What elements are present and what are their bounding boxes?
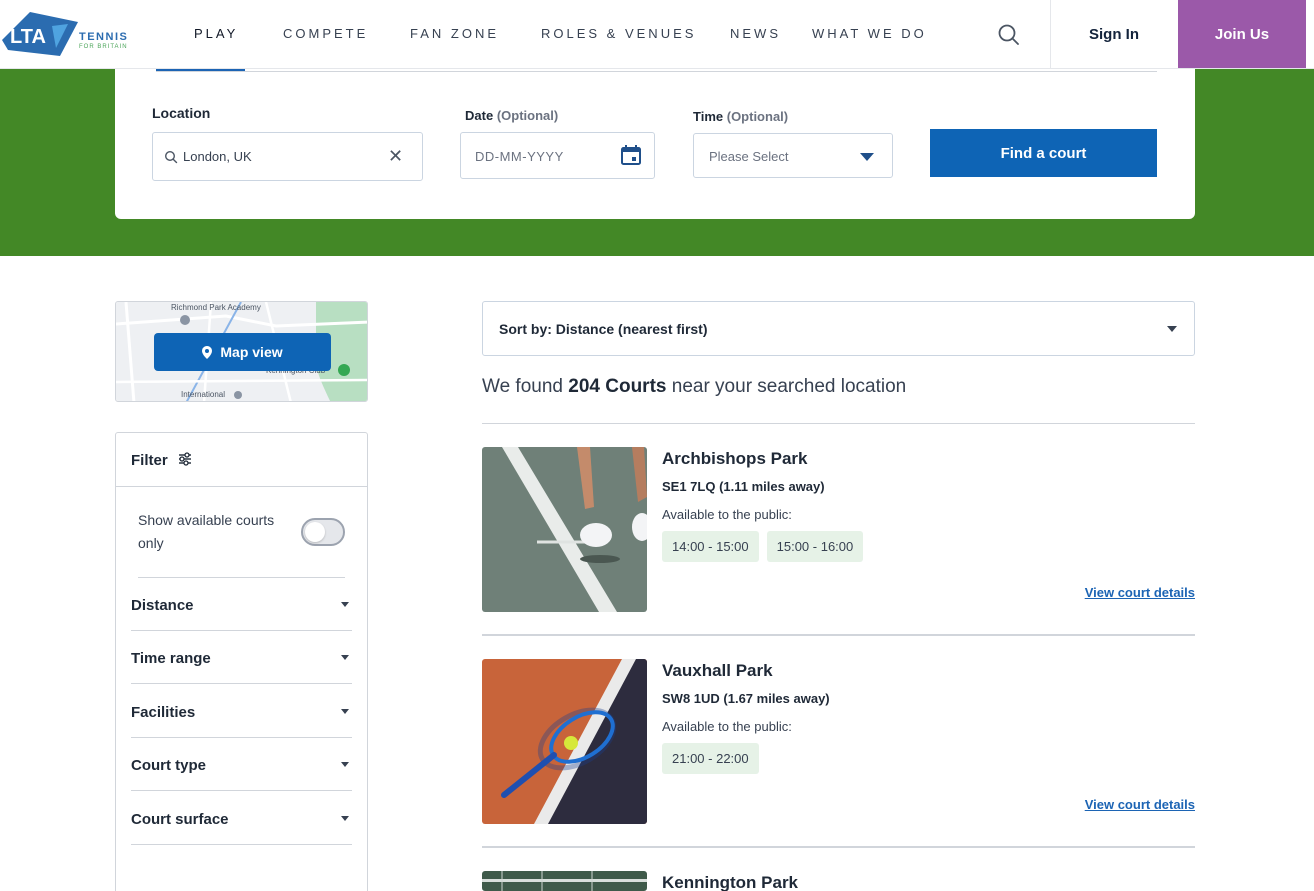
- logo-sub-text: FOR BRITAIN: [79, 44, 128, 50]
- nav-news[interactable]: NEWS: [730, 26, 781, 41]
- filter-time-range-label: Time range: [131, 650, 211, 667]
- court-card: Kennington Park: [482, 871, 1195, 891]
- time-placeholder: Please Select: [709, 149, 789, 164]
- court-card: Vauxhall Park SW8 1UD (1.67 miles away) …: [482, 659, 1195, 825]
- logo-tennis-text: TENNIS: [79, 31, 129, 43]
- results-count-value: 204 Courts: [568, 376, 667, 397]
- filter-panel: Filter Show available courts only Distan…: [115, 432, 368, 891]
- filter-court-surface[interactable]: Court surface: [131, 792, 352, 845]
- map-view-label: Map view: [220, 344, 283, 360]
- available-courts-label: Show available courts only: [138, 512, 275, 551]
- court-postcode: SW8 1UD (1.67 miles away): [662, 691, 830, 706]
- sort-select[interactable]: Sort by: Distance (nearest first): [482, 301, 1195, 356]
- filter-distance[interactable]: Distance: [131, 578, 352, 631]
- search-icon[interactable]: [996, 22, 1022, 48]
- time-optional: (Optional): [726, 109, 789, 124]
- court-photo[interactable]: [482, 871, 647, 891]
- date-optional: (Optional): [496, 108, 559, 123]
- chevron-down-icon: [860, 153, 874, 161]
- court-photo[interactable]: [482, 659, 647, 824]
- caret-down-icon: [341, 816, 349, 821]
- results-count: We found 204 Courts near your searched l…: [482, 376, 906, 398]
- site-header: LTA TENNIS FOR BRITAIN PLAY COMPETE FAN …: [0, 0, 1314, 69]
- logo-lta-text: LTA: [10, 26, 46, 48]
- court-divider: [482, 846, 1195, 848]
- join-us-button[interactable]: Join Us: [1178, 0, 1306, 68]
- location-label: Location: [152, 105, 211, 121]
- available-courts-toggle[interactable]: [301, 518, 345, 546]
- clear-location-icon[interactable]: ✕: [388, 146, 403, 167]
- view-court-details-link[interactable]: View court details: [1085, 797, 1195, 812]
- search-icon: [164, 150, 178, 164]
- time-select[interactable]: Please Select: [693, 133, 893, 178]
- date-placeholder: DD-MM-YYYY: [475, 149, 564, 164]
- court-name[interactable]: Vauxhall Park: [662, 661, 773, 681]
- filter-court-type[interactable]: Court type: [131, 738, 352, 791]
- filter-distance-label: Distance: [131, 597, 194, 614]
- filter-time-range[interactable]: Time range: [131, 631, 352, 684]
- results-suffix: near your searched location: [671, 376, 907, 397]
- filter-court-type-label: Court type: [131, 757, 206, 774]
- caret-down-icon: [1167, 326, 1177, 332]
- filter-court-surface-label: Court surface: [131, 811, 229, 828]
- date-label-text: Date: [465, 108, 494, 123]
- sign-in-button[interactable]: Sign In: [1051, 0, 1177, 68]
- court-slots: 14:00 - 15:00 15:00 - 16:00: [662, 531, 864, 562]
- time-label-text: Time: [693, 109, 724, 124]
- filter-facilities[interactable]: Facilities: [131, 685, 352, 738]
- filter-title: Filter: [131, 452, 168, 469]
- map-view-button[interactable]: Map view: [154, 333, 331, 371]
- court-postcode: SE1 7LQ (1.11 miles away): [662, 479, 825, 494]
- nav-fan-zone[interactable]: FAN ZONE: [410, 26, 499, 41]
- court-availability-label: Available to the public:: [662, 507, 792, 522]
- date-label: Date (Optional): [465, 108, 558, 123]
- map-thumbnail[interactable]: Richmond Park Academy Kennington Club In…: [115, 301, 368, 402]
- results-divider: [482, 423, 1195, 424]
- caret-down-icon: [341, 709, 349, 714]
- court-card: Archbishops Park SE1 7LQ (1.11 miles awa…: [482, 447, 1195, 613]
- nav-compete[interactable]: COMPETE: [283, 26, 368, 41]
- caret-down-icon: [341, 655, 349, 660]
- calendar-icon[interactable]: [620, 144, 642, 166]
- court-divider: [482, 634, 1195, 636]
- time-slot[interactable]: 14:00 - 15:00: [662, 531, 759, 562]
- location-value: London, UK: [183, 149, 252, 164]
- court-name[interactable]: Archbishops Park: [662, 449, 808, 469]
- map-pin-icon: [202, 345, 213, 359]
- lta-logo[interactable]: LTA TENNIS FOR BRITAIN: [0, 10, 140, 58]
- nav-play[interactable]: PLAY: [194, 26, 238, 41]
- nav-roles-venues[interactable]: ROLES & VENUES: [541, 26, 696, 41]
- sort-label: Sort by: Distance (nearest first): [499, 321, 708, 337]
- court-name[interactable]: Kennington Park: [662, 873, 798, 891]
- time-label: Time (Optional): [693, 109, 788, 124]
- caret-down-icon: [341, 762, 349, 767]
- court-search-card: Location London, UK ✕ Date (Optional) DD…: [115, 69, 1195, 219]
- date-input[interactable]: DD-MM-YYYY: [460, 132, 655, 179]
- time-slot[interactable]: 15:00 - 16:00: [766, 531, 864, 562]
- location-input[interactable]: London, UK ✕: [152, 132, 423, 181]
- toggle-knob: [305, 522, 325, 542]
- court-photo[interactable]: [482, 447, 647, 612]
- view-court-details-link[interactable]: View court details: [1085, 585, 1195, 600]
- tab-divider: [156, 71, 1157, 72]
- results-prefix: We found: [482, 376, 563, 397]
- filter-sliders-icon: [179, 452, 191, 466]
- court-slots: 21:00 - 22:00: [662, 743, 759, 774]
- map-label: International: [181, 390, 226, 399]
- find-court-button[interactable]: Find a court: [930, 129, 1157, 177]
- filter-header: Filter: [116, 433, 367, 487]
- filter-facilities-label: Facilities: [131, 704, 196, 721]
- caret-down-icon: [341, 602, 349, 607]
- time-slot[interactable]: 21:00 - 22:00: [662, 743, 759, 774]
- court-availability-label: Available to the public:: [662, 719, 792, 734]
- lta-logo-icon: LTA: [2, 12, 78, 56]
- nav-what-we-do[interactable]: WHAT WE DO: [812, 26, 927, 41]
- map-label: Richmond Park Academy: [171, 303, 261, 312]
